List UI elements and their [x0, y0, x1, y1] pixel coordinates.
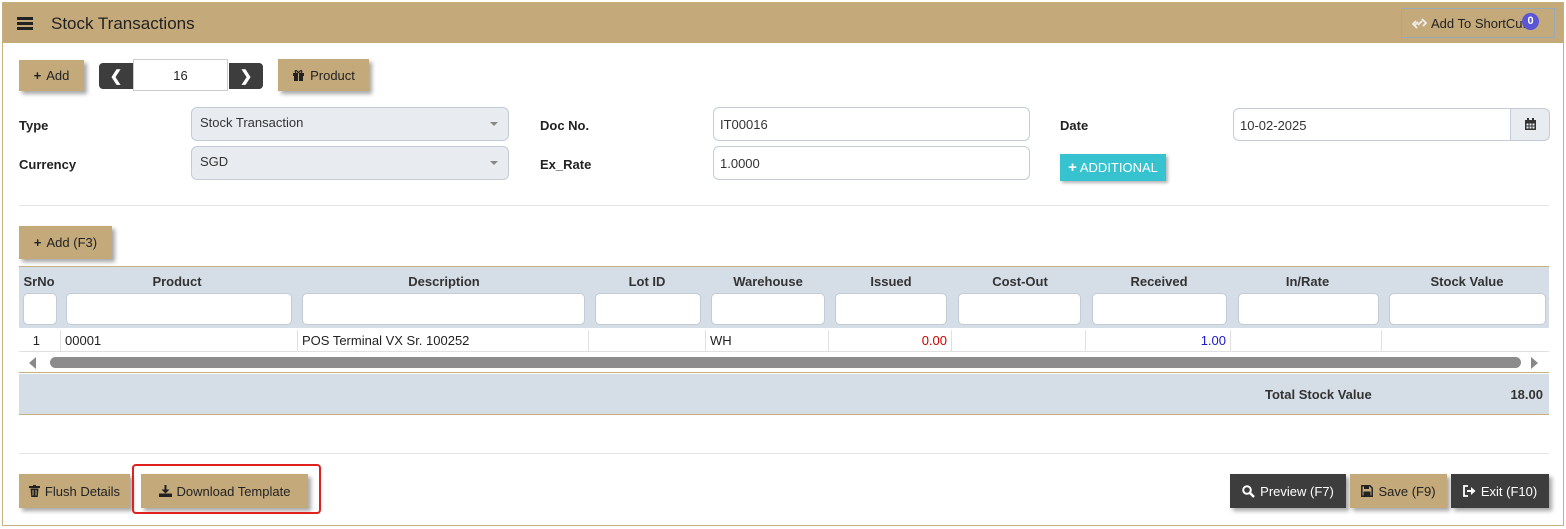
preview-label: Preview (F7) — [1260, 483, 1334, 499]
calendar-icon — [1524, 118, 1537, 131]
cell-stock-value[interactable] — [1382, 330, 1549, 352]
column-header-received[interactable]: Received — [1089, 274, 1229, 289]
horizontal-scrollbar[interactable] — [19, 353, 1549, 373]
link-icon — [1412, 17, 1427, 30]
trash-icon — [28, 485, 40, 497]
date-label: Date — [1060, 118, 1089, 133]
currency-select-value: SGD — [200, 154, 229, 169]
caret-down-icon — [490, 161, 498, 165]
date-input[interactable]: 10-02-2025 — [1233, 108, 1511, 141]
search-icon — [1242, 484, 1256, 498]
title-bar: Stock Transactions — [3, 3, 1563, 43]
sign-out-icon — [1462, 485, 1476, 497]
product-button[interactable]: Product — [278, 59, 369, 91]
product-button-label: Product — [310, 67, 355, 83]
column-header-issued[interactable]: Issued — [831, 274, 951, 289]
cell-product[interactable]: 00001 — [61, 330, 298, 352]
exrate-input[interactable]: 1.0000 — [713, 146, 1030, 180]
shortcut-count-badge: 0 — [1522, 13, 1539, 30]
column-header-lot-id[interactable]: Lot ID — [591, 274, 703, 289]
cell-received[interactable]: 1.00 — [1086, 330, 1231, 352]
chevron-right-icon: ❯ — [239, 68, 253, 85]
docno-label: Doc No. — [540, 118, 590, 133]
table-row[interactable]: 1 00001 POS Terminal VX Sr. 100252 WH 0.… — [19, 330, 1549, 352]
next-record-button[interactable]: ❯ — [229, 63, 263, 89]
save-label: Save (F9) — [1378, 483, 1436, 499]
divider — [19, 453, 1549, 454]
filter-input-lot-id[interactable] — [595, 293, 701, 325]
menu-icon[interactable] — [17, 17, 33, 30]
total-row: Total Stock Value 18.00 — [19, 374, 1549, 415]
column-header-description[interactable]: Description — [299, 274, 589, 289]
cell-lot-id[interactable] — [589, 330, 706, 352]
calendar-button[interactable] — [1510, 108, 1550, 141]
add-button-label: Add — [46, 68, 70, 83]
scrollbar-thumb[interactable] — [50, 357, 1521, 368]
column-header-srno[interactable]: SrNo — [19, 274, 59, 289]
add-button[interactable]: + Add — [19, 60, 84, 91]
filter-input-cost-out[interactable] — [958, 293, 1081, 325]
cell-cost-out[interactable] — [952, 330, 1086, 352]
filter-input-srno[interactable] — [23, 293, 57, 325]
type-select-value: Stock Transaction — [200, 115, 304, 130]
filter-input-warehouse[interactable] — [711, 293, 825, 325]
column-header-warehouse[interactable]: Warehouse — [707, 274, 829, 289]
previous-record-button[interactable]: ❮ — [99, 63, 133, 89]
total-stock-value: 18.00 — [1510, 387, 1543, 402]
add-row-label: Add (F3) — [46, 235, 98, 250]
preview-button[interactable]: Preview (F7) — [1230, 474, 1346, 508]
filter-input-received[interactable] — [1092, 293, 1227, 325]
additional-button-label: ADDITIONAL — [1079, 160, 1158, 175]
flush-details-button[interactable]: Flush Details — [19, 474, 130, 508]
highlight-frame — [132, 464, 321, 514]
type-select[interactable]: Stock Transaction — [191, 107, 509, 141]
filter-input-in-rate[interactable] — [1238, 293, 1379, 325]
grid-header: SrNo Product Description Lot ID Warehous… — [19, 266, 1549, 328]
column-header-product[interactable]: Product — [62, 274, 292, 289]
cell-warehouse[interactable]: WH — [706, 330, 829, 352]
filter-input-product[interactable] — [66, 293, 292, 325]
plus-icon: + — [33, 68, 42, 83]
total-stock-value-label: Total Stock Value — [1265, 387, 1372, 402]
cell-description[interactable]: POS Terminal VX Sr. 100252 — [298, 330, 589, 352]
exrate-label: Ex_Rate — [540, 157, 592, 172]
chevron-left-icon: ❮ — [109, 68, 123, 85]
save-button[interactable]: Save (F9) — [1350, 474, 1447, 508]
gift-icon — [292, 69, 305, 81]
plus-icon: + — [33, 235, 42, 250]
page-title: Stock Transactions — [51, 14, 195, 33]
cell-srno[interactable]: 1 — [19, 330, 61, 352]
scroll-left-arrow-icon[interactable] — [29, 357, 36, 369]
column-header-in-rate[interactable]: In/Rate — [1235, 274, 1380, 289]
currency-label: Currency — [19, 157, 77, 172]
column-header-stock-value[interactable]: Stock Value — [1385, 274, 1549, 289]
divider — [19, 205, 1549, 206]
scroll-right-arrow-icon[interactable] — [1531, 357, 1538, 369]
filter-input-description[interactable] — [302, 293, 585, 325]
cell-issued[interactable]: 0.00 — [829, 330, 952, 352]
docno-input[interactable]: IT00016 — [713, 107, 1030, 141]
column-header-cost-out[interactable]: Cost-Out — [955, 274, 1085, 289]
record-number-input[interactable]: 16 — [133, 59, 228, 91]
filter-input-issued[interactable] — [835, 293, 947, 325]
shortcut-label: Add To ShortCut — [1431, 15, 1527, 31]
cell-in-rate[interactable] — [1231, 330, 1382, 352]
flush-details-label: Flush Details — [44, 483, 121, 499]
additional-button[interactable]: + ADDITIONAL — [1060, 154, 1166, 181]
exit-label: Exit (F10) — [1480, 483, 1538, 499]
currency-select[interactable]: SGD — [191, 146, 509, 180]
plus-icon: + — [1068, 159, 1077, 176]
exit-button[interactable]: Exit (F10) — [1451, 474, 1549, 508]
floppy-disk-icon — [1361, 485, 1374, 497]
filter-input-stock-value[interactable] — [1389, 293, 1546, 325]
type-label: Type — [19, 118, 49, 133]
caret-down-icon — [490, 122, 498, 126]
add-row-button[interactable]: + Add (F3) — [19, 226, 112, 259]
